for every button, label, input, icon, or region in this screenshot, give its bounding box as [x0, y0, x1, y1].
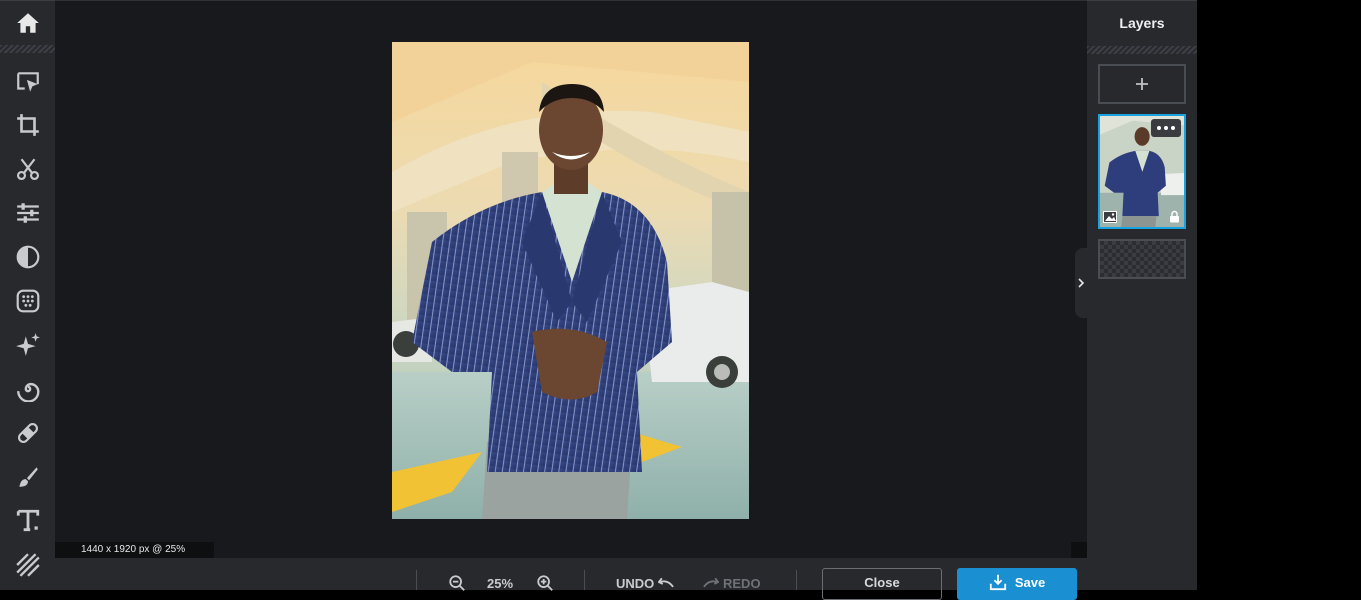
- bottombar-divider: [416, 570, 417, 590]
- heal-tool-button[interactable]: [0, 411, 55, 455]
- left-toolbar: [0, 0, 55, 590]
- ai-tool-button[interactable]: [0, 323, 55, 367]
- arrange-icon: [16, 72, 39, 92]
- collapse-panel-toggle[interactable]: [1075, 248, 1087, 318]
- chevron-right-icon: [1078, 278, 1085, 288]
- liquify-tool-button[interactable]: [0, 367, 55, 411]
- layer-more-button[interactable]: [1151, 119, 1181, 137]
- portrait-photo: [392, 42, 749, 519]
- home-icon: [16, 13, 39, 33]
- arrange-tool-button[interactable]: [0, 60, 55, 104]
- download-icon: [989, 574, 1006, 591]
- home-button[interactable]: [0, 1, 55, 45]
- image-layer-icon: [1103, 211, 1117, 223]
- redo-label: REDO: [723, 575, 761, 591]
- sparkle-icon: [15, 333, 40, 356]
- lock-icon[interactable]: [1169, 210, 1180, 223]
- dots-grid-icon: [16, 289, 39, 313]
- zoom-out-icon: [449, 575, 465, 591]
- crop-icon: [16, 114, 39, 136]
- canvas-dimensions-label: 1440 x 1920 px @ 25%: [55, 542, 214, 558]
- layers-panel: Layers: [1087, 0, 1197, 590]
- bottom-toolbar: 25% UNDO REDO Close Save: [55, 558, 1087, 600]
- undo-label: UNDO: [616, 575, 655, 591]
- sliders-icon: [16, 203, 39, 223]
- zoom-in-button[interactable]: [536, 574, 554, 592]
- crop-tool-button[interactable]: [0, 103, 55, 147]
- adjust-tool-button[interactable]: [0, 191, 55, 235]
- canvas-corner-chip: [1071, 542, 1087, 559]
- contrast-icon: [16, 245, 39, 269]
- hatch-icon: [15, 553, 40, 577]
- brush-tool-button[interactable]: [0, 455, 55, 499]
- photo-canvas[interactable]: [392, 42, 749, 519]
- close-button[interactable]: Close: [822, 568, 942, 600]
- save-button[interactable]: Save: [957, 568, 1077, 600]
- filter-tool-button[interactable]: [0, 235, 55, 279]
- texture-tool-button[interactable]: [0, 543, 55, 587]
- zoom-level[interactable]: 25%: [487, 576, 513, 591]
- zoom-in-icon: [537, 575, 553, 591]
- cutout-tool-button[interactable]: [0, 147, 55, 191]
- text-icon: [16, 509, 39, 532]
- spiral-icon: [16, 382, 39, 402]
- redo-button[interactable]: REDO: [702, 574, 761, 592]
- zoom-out-button[interactable]: [448, 574, 466, 592]
- toolbar-divider: [0, 45, 55, 53]
- layers-divider: [1087, 46, 1197, 54]
- redo-icon: [703, 577, 719, 588]
- plus-icon: [1136, 78, 1148, 90]
- layers-title: Layers: [1119, 15, 1165, 31]
- photo-editor-app: 1440 x 1920 px @ 25% 25% UNDO REDO Close…: [0, 0, 1361, 600]
- bandage-icon: [17, 422, 38, 444]
- text-tool-button[interactable]: [0, 499, 55, 543]
- layer-item-photo[interactable]: [1098, 114, 1186, 229]
- bottombar-divider: [796, 570, 797, 590]
- layer-item-transparent[interactable]: [1098, 239, 1186, 279]
- scissors-icon: [16, 158, 39, 181]
- bottombar-divider: [584, 570, 585, 590]
- add-layer-button[interactable]: [1098, 64, 1186, 104]
- save-label: Save: [1014, 574, 1046, 590]
- undo-icon: [658, 577, 675, 588]
- undo-button[interactable]: UNDO: [616, 574, 675, 592]
- canvas-area[interactable]: 1440 x 1920 px @ 25%: [55, 0, 1087, 559]
- brush-icon: [18, 467, 38, 487]
- effects-tool-button[interactable]: [0, 279, 55, 323]
